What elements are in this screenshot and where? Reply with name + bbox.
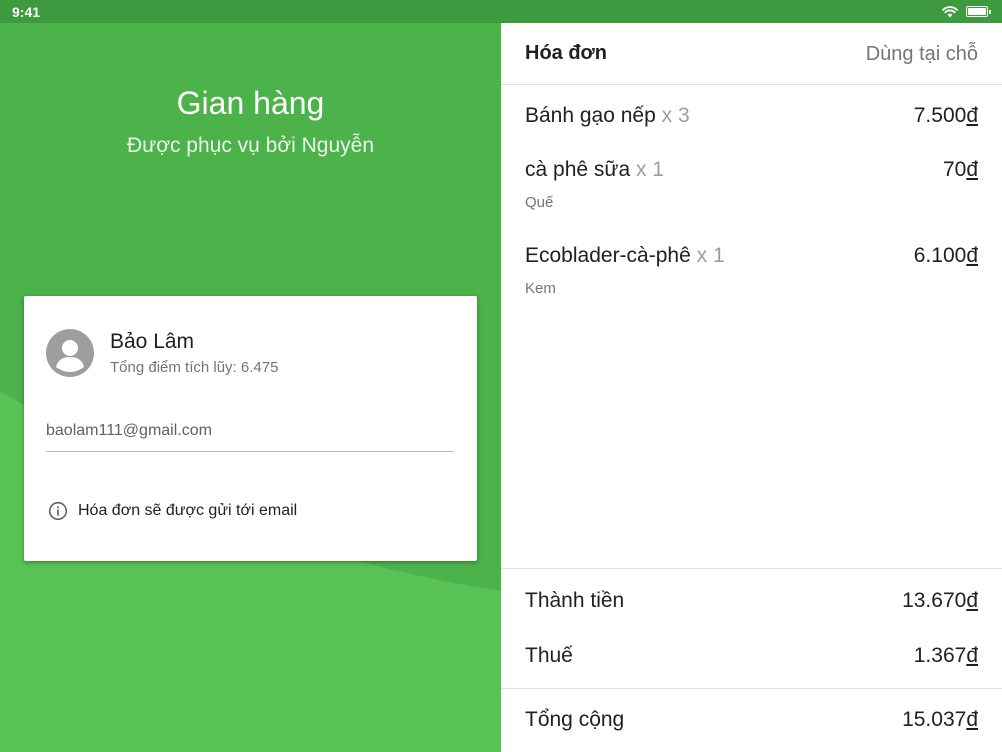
- subtotal-amount: 13.670đ: [902, 589, 978, 612]
- item-note: Kem: [525, 280, 556, 297]
- customer-card: Bảo Lâm Tổng điểm tích lũy: 6.475 Hóa đơ…: [24, 296, 477, 561]
- status-bar: 9:41: [0, 0, 1002, 23]
- battery-icon: [966, 6, 991, 17]
- status-icons: [942, 5, 991, 18]
- item-name: cà phê sữa x 1: [525, 158, 664, 181]
- tax-row: Thuế 1.367đ: [525, 644, 978, 668]
- customer-name: Bảo Lâm: [110, 330, 195, 353]
- bill-title: Hóa đơn: [525, 42, 607, 64]
- bill-header: Hóa đơn Dùng tại chỗ: [501, 23, 1002, 85]
- email-field[interactable]: [46, 414, 454, 440]
- item-name: Bánh gạo nếp x 3: [525, 104, 690, 127]
- total-label: Tổng cộng: [525, 708, 625, 731]
- subtotal-label: Thành tiền: [525, 589, 625, 612]
- list-item: Ecoblader-cà-phê x 1 6.100đ Kem: [525, 244, 978, 297]
- tax-label: Thuế: [525, 644, 573, 667]
- item-name: Ecoblader-cà-phê x 1: [525, 244, 725, 267]
- item-price: 6.100đ: [913, 244, 978, 267]
- dine-mode: Dùng tại chỗ: [865, 43, 978, 65]
- avatar-icon: [46, 329, 94, 377]
- item-qty: x 3: [661, 104, 690, 127]
- total-amount: 15.037đ: [902, 708, 978, 731]
- item-note: Quế: [525, 194, 554, 211]
- divider: [501, 688, 1002, 689]
- item-price: 70đ: [942, 158, 978, 181]
- total-row: Tổng cộng 15.037đ: [525, 708, 978, 732]
- email-field-container: [46, 414, 454, 452]
- customer-points: Tổng điểm tích lũy: 6.475: [110, 359, 279, 376]
- wifi-icon: [942, 5, 958, 18]
- info-text: Hóa đơn sẽ được gửi tới email: [78, 502, 298, 519]
- item-qty: x 1: [635, 158, 664, 181]
- bill-totals: Thành tiền 13.670đ Thuế 1.367đ Tổng cộng…: [501, 568, 1002, 731]
- info-icon: [48, 501, 68, 521]
- store-title: Gian hàng: [176, 85, 325, 121]
- list-item: Bánh gạo nếp x 3 7.500đ: [525, 104, 978, 128]
- subtotal-row: Thành tiền 13.670đ: [525, 589, 978, 613]
- list-item: cà phê sữa x 1 70đ Quế: [525, 158, 978, 211]
- email-info: Hóa đơn sẽ được gửi tới email: [48, 501, 297, 521]
- status-time: 9:41: [12, 3, 41, 20]
- store-panel: Gian hàng Được phục vụ bởi Nguyễn Bảo Lâ…: [0, 23, 501, 752]
- bill-panel: Hóa đơn Dùng tại chỗ Bánh gạo nếp x 3 7.…: [501, 23, 1002, 752]
- item-price: 7.500đ: [913, 104, 978, 127]
- item-qty: x 1: [696, 244, 725, 267]
- store-subtitle: Được phục vụ bởi Nguyễn: [126, 134, 375, 157]
- tax-amount: 1.367đ: [913, 644, 978, 667]
